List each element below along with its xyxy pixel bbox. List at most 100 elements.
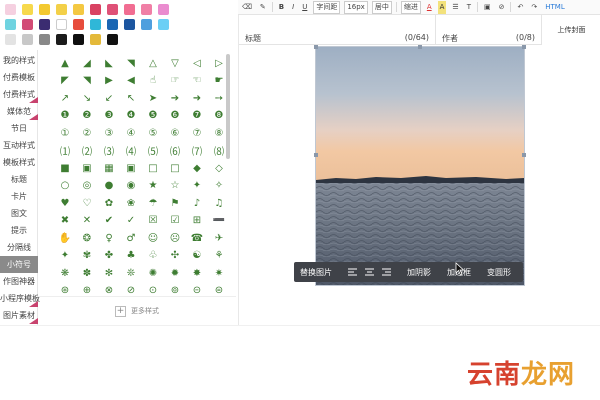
symbol-item[interactable]: ⊜ bbox=[210, 283, 228, 296]
symbol-item[interactable]: ♣ bbox=[122, 248, 140, 264]
symbol-item[interactable]: ☑ bbox=[166, 213, 184, 229]
symbol-item[interactable]: ❷ bbox=[78, 108, 96, 124]
make-circle-button[interactable]: 变圆形 bbox=[487, 267, 511, 278]
symbol-item[interactable]: ⑴ bbox=[56, 143, 74, 159]
color-swatch[interactable] bbox=[56, 4, 67, 15]
symbol-item[interactable]: ❂ bbox=[78, 230, 96, 246]
symbol-item[interactable]: ● bbox=[100, 178, 118, 194]
underline-button[interactable]: U bbox=[300, 1, 309, 14]
symbol-item[interactable]: ❸ bbox=[100, 108, 118, 124]
symbol-item[interactable]: ☜ bbox=[188, 73, 206, 89]
symbol-item[interactable]: ➔ bbox=[166, 90, 184, 106]
color-swatch[interactable] bbox=[73, 4, 84, 15]
symbol-item[interactable]: ➜ bbox=[188, 90, 206, 106]
link-icon[interactable]: ⊘ bbox=[497, 1, 507, 14]
symbol-item[interactable]: ■ bbox=[56, 160, 74, 176]
symbol-item[interactable]: ✕ bbox=[78, 213, 96, 229]
symbol-item[interactable]: ⚘ bbox=[210, 248, 228, 264]
sidebar-item[interactable]: 模板样式 bbox=[0, 154, 38, 171]
symbol-item[interactable]: ◥ bbox=[78, 73, 96, 89]
symbol-item[interactable]: ✺ bbox=[144, 265, 162, 281]
symbol-item[interactable]: ⊞ bbox=[188, 213, 206, 229]
symbol-item[interactable]: ☆ bbox=[166, 178, 184, 194]
more-styles-button[interactable]: + 更多样式 bbox=[38, 297, 236, 325]
resize-handle[interactable] bbox=[314, 45, 318, 49]
symbol-item[interactable]: ⑸ bbox=[144, 143, 162, 159]
sidebar-item[interactable]: 媒体范 bbox=[0, 103, 38, 120]
symbol-item[interactable]: ⊙ bbox=[144, 283, 162, 296]
color-swatch[interactable] bbox=[90, 34, 101, 45]
symbol-item[interactable]: ➤ bbox=[144, 90, 162, 106]
symbol-item[interactable]: ▽ bbox=[166, 55, 184, 71]
symbol-item[interactable]: ◢ bbox=[78, 55, 96, 71]
symbol-item[interactable]: ④ bbox=[122, 125, 140, 141]
color-swatch[interactable] bbox=[107, 34, 118, 45]
symbol-item[interactable]: ✦ bbox=[188, 178, 206, 194]
align-left-icon[interactable] bbox=[348, 268, 357, 276]
sidebar-item[interactable]: 付费样式 bbox=[0, 86, 38, 103]
symbol-item[interactable]: ◥ bbox=[122, 55, 140, 71]
symbol-item[interactable]: ✸ bbox=[188, 265, 206, 281]
symbol-item[interactable]: ✿ bbox=[100, 195, 118, 211]
sidebar-item[interactable]: 卡片 bbox=[0, 188, 38, 205]
symbol-item[interactable]: ▦ bbox=[100, 160, 118, 176]
symbol-item[interactable]: ❊ bbox=[122, 265, 140, 281]
color-swatch[interactable] bbox=[5, 19, 16, 30]
symbol-item[interactable]: ✤ bbox=[100, 248, 118, 264]
add-shadow-button[interactable]: 加阴影 bbox=[407, 267, 431, 278]
symbol-item[interactable]: ♧ bbox=[144, 248, 162, 264]
color-swatch[interactable] bbox=[90, 4, 101, 15]
symbol-item[interactable]: ❋ bbox=[56, 265, 74, 281]
format-brush-icon[interactable]: ✎ bbox=[258, 1, 268, 14]
symbol-item[interactable]: ↖ bbox=[122, 90, 140, 106]
symbol-item[interactable]: ◉ bbox=[122, 178, 140, 194]
font-size-select[interactable]: 16px bbox=[344, 0, 368, 14]
symbol-item[interactable]: ⚑ bbox=[166, 195, 184, 211]
symbol-item[interactable]: ❹ bbox=[122, 108, 140, 124]
title-field[interactable]: 标题 (0/64) bbox=[239, 15, 435, 45]
sidebar-item[interactable]: 小程序模板 bbox=[0, 290, 40, 307]
color-swatch[interactable] bbox=[73, 34, 84, 45]
symbol-item[interactable]: ◇ bbox=[210, 160, 228, 176]
symbol-item[interactable]: ⊕ bbox=[78, 283, 96, 296]
color-swatch[interactable] bbox=[39, 4, 50, 15]
symbol-item[interactable]: ♡ bbox=[78, 195, 96, 211]
color-swatch[interactable] bbox=[22, 4, 33, 15]
symbol-item[interactable]: ♫ bbox=[210, 195, 228, 211]
symbol-item[interactable]: ↘ bbox=[78, 90, 96, 106]
sidebar-item[interactable]: 我的样式 bbox=[0, 52, 38, 69]
sidebar-item[interactable]: 标题 bbox=[0, 171, 38, 188]
symbol-item[interactable]: ☹ bbox=[166, 230, 184, 246]
sidebar-item[interactable]: 节日 bbox=[0, 120, 38, 137]
color-swatch[interactable] bbox=[39, 34, 50, 45]
symbol-item[interactable]: ⊘ bbox=[122, 283, 140, 296]
sidebar-item[interactable]: 分隔线 bbox=[0, 239, 38, 256]
symbol-item[interactable]: ✹ bbox=[166, 265, 184, 281]
symbol-item[interactable]: ❻ bbox=[166, 108, 184, 124]
symbol-item[interactable]: ⑶ bbox=[100, 143, 118, 159]
color-swatch[interactable] bbox=[124, 4, 135, 15]
color-swatch[interactable] bbox=[141, 4, 152, 15]
sidebar-item[interactable]: 小符号 bbox=[0, 256, 38, 273]
symbol-item[interactable]: ⑷ bbox=[122, 143, 140, 159]
symbol-item[interactable]: ★ bbox=[144, 178, 162, 194]
symbol-item[interactable]: ◆ bbox=[188, 160, 206, 176]
symbol-item[interactable]: ♂ bbox=[122, 230, 140, 246]
upload-cover-button[interactable]: 上传封面 bbox=[541, 15, 600, 45]
resize-handle[interactable] bbox=[314, 153, 318, 157]
symbol-item[interactable]: ✔ bbox=[100, 213, 118, 229]
symbol-item[interactable]: ⊗ bbox=[100, 283, 118, 296]
symbol-item[interactable]: ⑦ bbox=[188, 125, 206, 141]
symbol-item[interactable]: ❶ bbox=[56, 108, 74, 124]
symbol-item[interactable]: ✾ bbox=[78, 248, 96, 264]
sidebar-item[interactable]: 图文 bbox=[0, 205, 38, 222]
text-style-button[interactable]: T bbox=[465, 1, 473, 14]
color-swatch[interactable] bbox=[56, 19, 67, 30]
color-swatch[interactable] bbox=[158, 19, 169, 30]
symbol-item[interactable]: ⑵ bbox=[78, 143, 96, 159]
symbol-item[interactable]: ✷ bbox=[210, 265, 228, 281]
list-icon[interactable]: ☰ bbox=[450, 1, 460, 14]
color-swatch[interactable] bbox=[90, 19, 101, 30]
symbol-item[interactable]: ○ bbox=[56, 178, 74, 194]
symbol-item[interactable]: ✦ bbox=[56, 248, 74, 264]
